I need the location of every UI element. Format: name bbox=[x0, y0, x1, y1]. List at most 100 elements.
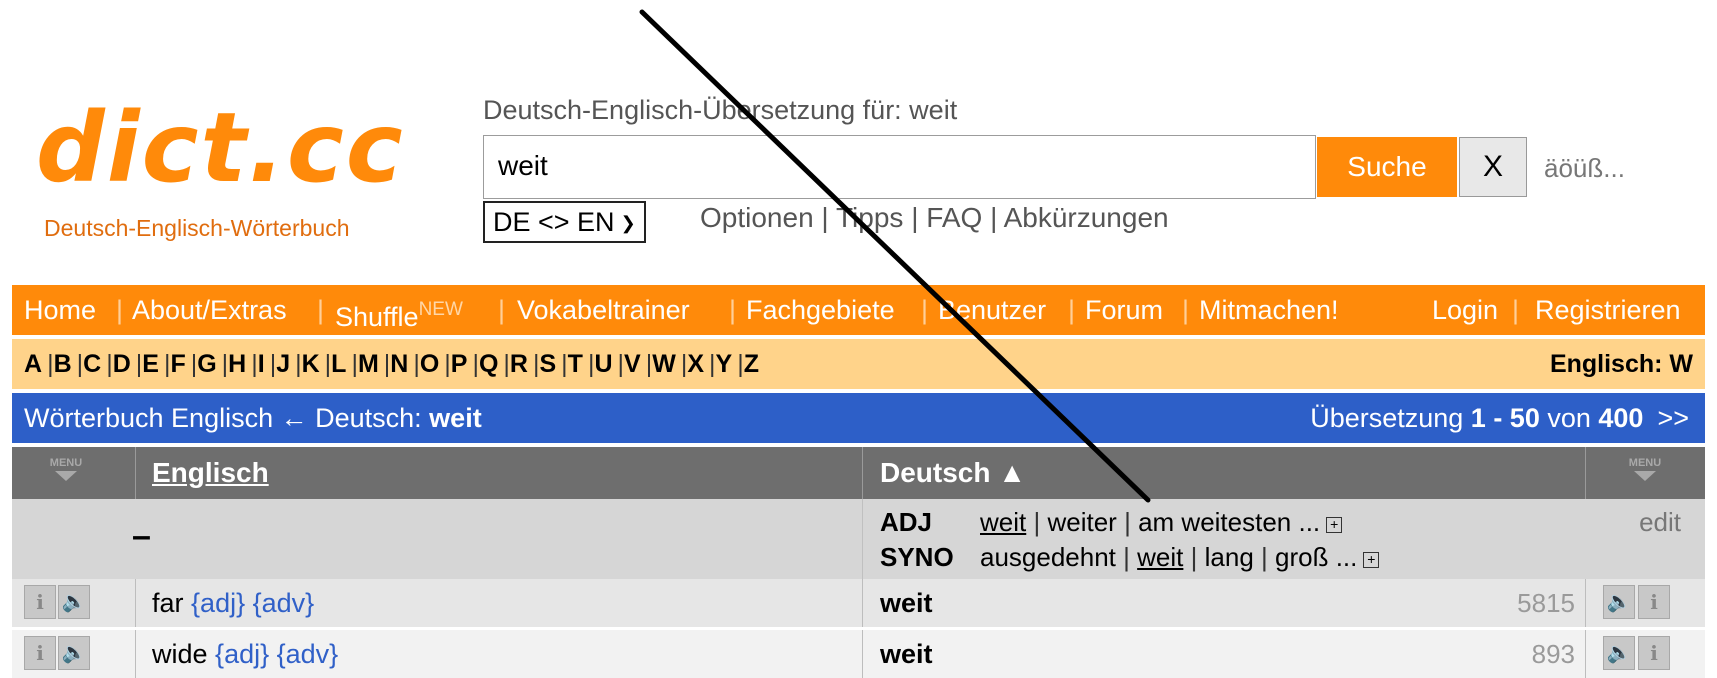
results-title-bar: Wörterbuch Englisch ← Deutsch: weit Über… bbox=[12, 393, 1705, 443]
letter-link-h[interactable]: H bbox=[228, 350, 246, 378]
letter-link-s[interactable]: S bbox=[539, 350, 556, 378]
synonym[interactable]: ausgedehnt bbox=[980, 542, 1116, 572]
speaker-icon[interactable]: 🔈 bbox=[58, 636, 90, 670]
syno-tag: SYNO bbox=[880, 542, 954, 572]
german-term[interactable]: weit bbox=[880, 579, 933, 627]
letter-link-z[interactable]: Z bbox=[744, 350, 759, 378]
table-row: i 🔈 far {adj} {adv} weit 5815 🔈 i bbox=[12, 579, 1705, 627]
info-icon[interactable]: i bbox=[24, 636, 56, 670]
english-word: far bbox=[152, 588, 184, 618]
letter-link-j[interactable]: J bbox=[276, 350, 290, 378]
column-divider bbox=[1585, 447, 1586, 499]
column-divider bbox=[862, 447, 863, 499]
menu-label: MENU bbox=[1628, 457, 1662, 469]
nav-mitmachen[interactable]: Mitmachen! bbox=[1199, 285, 1339, 335]
menu-left-button[interactable]: MENU bbox=[46, 457, 86, 491]
nav-shuffle[interactable]: ShuffleNEW bbox=[335, 285, 463, 342]
column-divider bbox=[1585, 630, 1586, 678]
letter-link-e[interactable]: E bbox=[142, 350, 159, 378]
nav-vokabeltrainer[interactable]: Vokabeltrainer bbox=[517, 285, 690, 335]
letter-link-w[interactable]: W bbox=[652, 350, 676, 378]
letter-link-a[interactable]: A bbox=[24, 350, 42, 378]
separator: | bbox=[911, 202, 919, 233]
expand-plus-icon[interactable]: + bbox=[1363, 552, 1380, 568]
expand-plus-icon[interactable]: + bbox=[1326, 517, 1343, 533]
speaker-icon[interactable]: 🔈 bbox=[1603, 636, 1635, 670]
german-term[interactable]: weit bbox=[880, 630, 933, 678]
nav-home[interactable]: Home bbox=[24, 285, 96, 335]
language-pair-select[interactable]: DE <> EN ❯ bbox=[483, 201, 646, 243]
speaker-icon[interactable]: 🔈 bbox=[1603, 585, 1635, 619]
options-link[interactable]: Optionen bbox=[700, 202, 814, 233]
letter-link-n[interactable]: N bbox=[390, 350, 408, 378]
column-divider bbox=[862, 630, 863, 678]
letter-link-l[interactable]: L bbox=[331, 350, 346, 378]
special-chars-link[interactable]: äöüß... bbox=[1544, 153, 1625, 184]
nav-registrieren[interactable]: Registrieren bbox=[1535, 285, 1681, 335]
separator: | bbox=[317, 295, 325, 325]
results-title: Wörterbuch Englisch ← Deutsch: weit bbox=[24, 393, 482, 443]
letter-link-o[interactable]: O bbox=[420, 350, 439, 378]
nav-login[interactable]: Login bbox=[1432, 285, 1498, 335]
faq-link[interactable]: FAQ bbox=[926, 202, 982, 233]
nav-forum[interactable]: Forum bbox=[1085, 285, 1163, 335]
info-icon[interactable]: i bbox=[1638, 585, 1670, 619]
letter-link-y[interactable]: Y bbox=[716, 350, 733, 378]
clear-button[interactable]: X bbox=[1459, 137, 1527, 197]
alphabet-nav: A |B |C |D |E |F |G |H |I |J |K |L |M |N |O |P |Q |R |S |T |… bbox=[12, 339, 1705, 389]
letter-link-t[interactable]: T bbox=[568, 350, 583, 378]
vote-count: 893 bbox=[1531, 639, 1575, 669]
range-value: 1 - 50 bbox=[1470, 403, 1540, 433]
separator: | bbox=[1512, 295, 1520, 325]
letter-link-m[interactable]: M bbox=[358, 350, 379, 378]
synonym[interactable]: groß ... bbox=[1275, 542, 1357, 572]
letter-link-v[interactable]: V bbox=[624, 350, 641, 378]
adj-form: am weitesten ... bbox=[1138, 507, 1321, 537]
menu-right-button[interactable]: MENU bbox=[1625, 457, 1665, 491]
current-letter-label: Englisch: W bbox=[1549, 350, 1693, 378]
letter-link-x[interactable]: X bbox=[687, 350, 704, 378]
letter-link-f[interactable]: F bbox=[170, 350, 185, 378]
separator: | bbox=[1124, 507, 1131, 537]
search-input[interactable]: weit bbox=[483, 135, 1316, 199]
column-header-englisch[interactable]: Englisch bbox=[152, 447, 269, 499]
english-term[interactable]: wide {adj} {adv} bbox=[152, 630, 338, 678]
letter-link-u[interactable]: U bbox=[594, 350, 612, 378]
letter-link-d[interactable]: D bbox=[113, 350, 131, 378]
search-button[interactable]: Suche bbox=[1317, 137, 1457, 197]
letter-link-i[interactable]: I bbox=[258, 350, 265, 378]
info-icon[interactable]: i bbox=[24, 585, 56, 619]
chevron-down-icon: ❯ bbox=[620, 213, 636, 233]
letter-link-r[interactable]: R bbox=[510, 350, 528, 378]
letter-link-b[interactable]: B bbox=[54, 350, 72, 378]
english-term[interactable]: far {adj} {adv} bbox=[152, 579, 314, 627]
abbreviations-link[interactable]: Abkürzungen bbox=[1004, 202, 1169, 233]
adj-form-link[interactable]: weit bbox=[980, 507, 1026, 537]
synonym[interactable]: lang bbox=[1205, 542, 1254, 572]
menu-arrow-icon bbox=[55, 471, 77, 481]
dictcc-logo[interactable]: dict.cc bbox=[36, 100, 405, 196]
letter-link-c[interactable]: C bbox=[83, 350, 101, 378]
edit-link[interactable]: edit bbox=[1639, 507, 1681, 538]
separator: | bbox=[1261, 542, 1268, 572]
tips-link[interactable]: Tipps bbox=[836, 202, 903, 233]
nav-benutzer[interactable]: Benutzer bbox=[938, 285, 1046, 335]
info-icon[interactable]: i bbox=[1638, 636, 1670, 670]
empty-english-dash: – bbox=[132, 517, 151, 555]
letter-link-k[interactable]: K bbox=[302, 350, 320, 378]
separator: | bbox=[1123, 542, 1130, 572]
nav-fachgebiete[interactable]: Fachgebiete bbox=[746, 285, 895, 335]
language-pair-value: DE <> EN bbox=[493, 207, 615, 237]
column-header-deutsch[interactable]: Deutsch ▲ bbox=[880, 447, 1026, 499]
separator: | bbox=[1068, 295, 1076, 325]
letter-link-g[interactable]: G bbox=[197, 350, 216, 378]
synonym[interactable]: weit bbox=[1137, 542, 1183, 572]
separator: | bbox=[1182, 295, 1190, 325]
table-header: MENU Englisch Deutsch ▲ MENU bbox=[12, 447, 1705, 499]
letter-link-q[interactable]: Q bbox=[479, 350, 498, 378]
speaker-icon[interactable]: 🔈 bbox=[58, 585, 90, 619]
range-total: 400 bbox=[1598, 403, 1644, 433]
nav-about-extras[interactable]: About/Extras bbox=[132, 285, 287, 335]
next-page-link[interactable]: >> bbox=[1657, 403, 1689, 433]
letter-link-p[interactable]: P bbox=[451, 350, 468, 378]
